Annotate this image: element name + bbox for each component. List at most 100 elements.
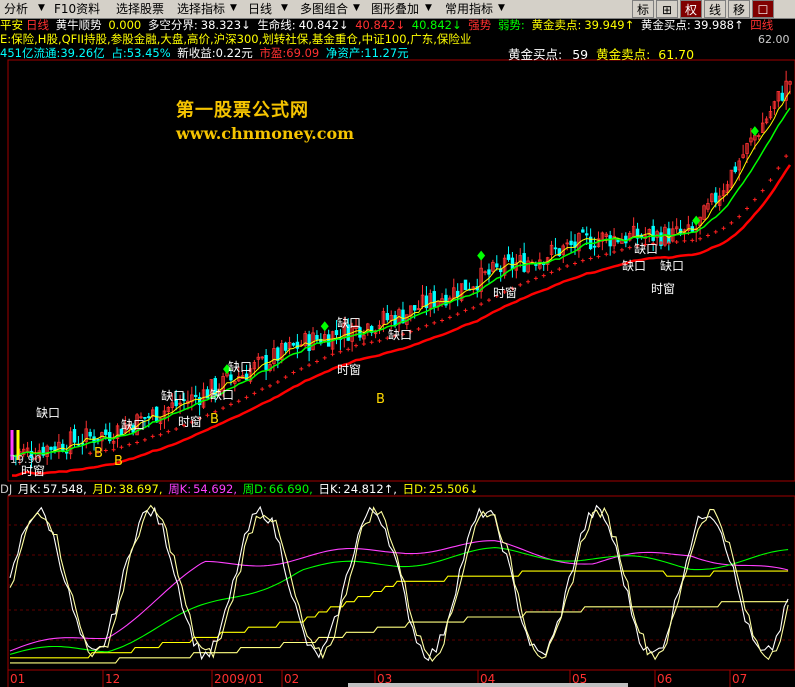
candle-body bbox=[780, 92, 784, 101]
info-line-1: 平安 日线 黄牛顺势 0.000 多空分界: 38.323↓ 生命线: 40.842↓… bbox=[0, 18, 776, 32]
indicator-panel-frame bbox=[7, 495, 795, 671]
value-4: 40.842↓ bbox=[411, 18, 462, 32]
gold-sell-value: 61.70 bbox=[658, 47, 695, 62]
candle-body bbox=[276, 347, 280, 361]
candle-body bbox=[229, 374, 233, 381]
support-cross-marker bbox=[455, 312, 460, 317]
support-cross-marker bbox=[283, 375, 288, 380]
support-cross-marker bbox=[158, 432, 163, 437]
support-cross-marker bbox=[705, 233, 710, 238]
candle-body bbox=[283, 342, 288, 351]
date-tick: 03 bbox=[377, 672, 393, 686]
value-1: 38.323↓ bbox=[200, 18, 251, 32]
md-label: 月D: bbox=[92, 482, 117, 496]
support-cross-marker bbox=[268, 383, 273, 388]
candle-body bbox=[581, 229, 585, 233]
candle-body bbox=[733, 166, 738, 172]
label-b-3: B bbox=[210, 412, 219, 427]
wd-value: 66.690, bbox=[268, 482, 313, 496]
support-cross-marker bbox=[674, 239, 679, 244]
label-1: 多空分界: bbox=[147, 18, 198, 32]
label-gap-5: 缺口 bbox=[228, 360, 253, 374]
gold-points-overlay: 黄金买点: 59 黄金卖点: 61.70 bbox=[508, 44, 694, 63]
candle-body bbox=[714, 192, 718, 203]
candle-body bbox=[412, 305, 417, 311]
candle-body bbox=[608, 235, 612, 247]
support-cross-marker bbox=[713, 229, 718, 234]
mk-label: 月K: bbox=[17, 482, 41, 496]
label-b-4: B bbox=[376, 392, 385, 407]
support-cross-marker bbox=[330, 352, 335, 357]
support-cross-marker bbox=[565, 263, 570, 268]
label-8: 黄金买点: bbox=[640, 18, 691, 32]
candle-body bbox=[64, 451, 69, 454]
support-cross-marker bbox=[119, 445, 124, 450]
label-gap-9: 缺口 bbox=[634, 242, 659, 256]
candle-body bbox=[334, 330, 339, 336]
candle-body bbox=[585, 233, 589, 236]
support-cross-marker bbox=[416, 326, 421, 331]
candle-body bbox=[569, 240, 573, 246]
value-5: 强势 bbox=[468, 18, 492, 32]
dk-label: 日K: bbox=[318, 482, 342, 496]
label-2: 生命线: bbox=[257, 18, 296, 32]
value-7: 39.949↑ bbox=[584, 18, 635, 32]
support-cross-marker bbox=[690, 238, 695, 243]
support-cross-marker bbox=[588, 256, 593, 261]
support-cross-marker bbox=[768, 178, 773, 183]
support-cross-marker bbox=[698, 236, 703, 241]
support-cross-marker bbox=[721, 226, 726, 231]
label-gap-2: 缺口 bbox=[121, 418, 146, 432]
price-right-label: 62.00 bbox=[758, 33, 790, 46]
watermark-title: 第一股票公式网 bbox=[176, 100, 309, 121]
candle-body bbox=[592, 245, 597, 248]
support-cross-marker bbox=[127, 442, 132, 447]
support-cross-marker bbox=[135, 440, 140, 445]
support-cross-marker bbox=[260, 387, 265, 392]
candle-body bbox=[463, 279, 468, 291]
candle-body bbox=[510, 257, 515, 270]
label-time-window-3: 时窗 bbox=[337, 363, 362, 377]
support-cross-marker bbox=[440, 318, 445, 323]
support-cross-marker bbox=[314, 359, 319, 364]
gold-buy-label: 黄金买点: bbox=[508, 47, 563, 62]
date-tick: 05 bbox=[572, 672, 588, 686]
support-cross-marker bbox=[760, 188, 765, 193]
candle-body bbox=[88, 431, 92, 437]
concept-tags: E:保险,H股,QFII持股,参股金融,大盘,高价,沪深300,划转社保,基金重… bbox=[0, 32, 472, 46]
label-time-window-1: 时窗 bbox=[21, 464, 46, 478]
wd-label: 周D: bbox=[242, 482, 267, 496]
support-cross-marker bbox=[486, 298, 491, 303]
candle-body bbox=[651, 225, 655, 241]
candle-body bbox=[147, 416, 151, 419]
indicator-title: DJ bbox=[0, 482, 13, 496]
support-cross-marker bbox=[221, 406, 226, 411]
buy-diamond-marker bbox=[750, 126, 759, 137]
value-3: 40.842↓ bbox=[355, 18, 406, 32]
support-cross-marker bbox=[463, 308, 468, 313]
support-cross-marker bbox=[88, 451, 93, 456]
support-cross-marker bbox=[244, 395, 249, 400]
value-0: 0.000 bbox=[108, 18, 142, 32]
label-gap-4: 缺口 bbox=[210, 388, 235, 402]
support-cross-marker bbox=[526, 279, 531, 284]
support-cross-marker bbox=[338, 349, 343, 354]
dd-label: 日D: bbox=[402, 482, 427, 496]
support-cross-marker bbox=[205, 413, 210, 418]
support-cross-marker bbox=[518, 282, 523, 287]
date-tick: 12 bbox=[105, 672, 121, 686]
support-cross-marker bbox=[572, 261, 577, 266]
support-cross-marker bbox=[299, 366, 304, 371]
candle-body bbox=[104, 429, 108, 435]
value-6: 弱势: bbox=[497, 18, 525, 32]
support-cross-marker bbox=[596, 254, 601, 259]
candle-body bbox=[506, 254, 511, 260]
buy-diamond-marker bbox=[320, 321, 329, 332]
candle-body bbox=[72, 429, 77, 443]
support-cross-marker bbox=[252, 391, 257, 396]
date-tick: 07 bbox=[732, 672, 748, 686]
candle-body bbox=[291, 342, 296, 346]
info-line-3: 451亿流通:39.26亿 占:53.45% 新收益:0.22元 市盈:69.0… bbox=[0, 46, 412, 60]
candle-body bbox=[393, 315, 397, 326]
period-label: 日线 bbox=[26, 18, 49, 32]
